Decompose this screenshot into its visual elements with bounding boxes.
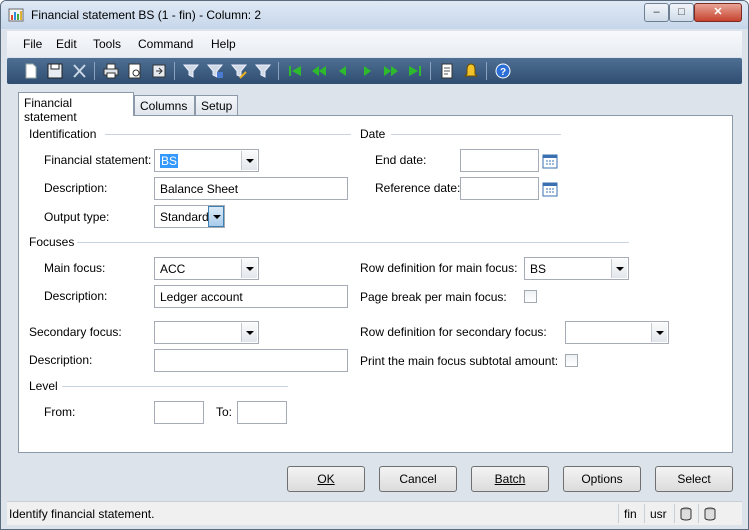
print-preview-icon[interactable] <box>126 62 144 80</box>
output-type-select[interactable]: Standard <box>154 205 225 228</box>
description-field[interactable]: Balance Sheet <box>154 177 348 200</box>
main-focus-value: ACC <box>160 262 186 276</box>
row-def-main-combo[interactable]: BS <box>524 257 629 280</box>
title-bar[interactable]: Financial statement BS (1 - fin) - Colum… <box>1 1 748 29</box>
description-label: Description: <box>44 181 108 195</box>
tab-columns[interactable]: Columns <box>134 95 195 116</box>
level-to-field[interactable] <box>237 401 287 424</box>
reference-date-label: Reference date: <box>375 181 461 195</box>
output-type-label: Output type: <box>44 210 110 224</box>
print-subtotal-label: Print the main focus subtotal amount: <box>360 354 559 368</box>
output-type-value: Standard <box>160 210 209 224</box>
status-bar: Identify financial statement. fin usr <box>7 501 742 525</box>
window-title: Financial statement BS (1 - fin) - Colum… <box>31 8 262 22</box>
financial-statement-label: Financial statement: <box>44 153 152 167</box>
app-icon <box>8 7 24 23</box>
chevron-down-icon[interactable] <box>241 259 257 278</box>
chevron-down-icon[interactable] <box>241 323 257 342</box>
menu-help[interactable]: Help <box>211 37 236 51</box>
tab-panel: Identification Financial statement: BS D… <box>18 115 733 453</box>
identification-heading: Identification <box>29 127 97 141</box>
batch-button[interactable]: Batch <box>471 466 549 492</box>
secondary-focus-combo[interactable] <box>154 321 259 344</box>
row-def-secondary-combo[interactable] <box>565 321 669 344</box>
chevron-down-icon[interactable] <box>651 323 667 342</box>
status-layer[interactable]: usr <box>644 504 672 523</box>
main-description-field[interactable]: Ledger account <box>154 285 348 308</box>
menu-bar: File Edit Tools Command Help <box>7 31 742 57</box>
alert-icon[interactable] <box>462 62 480 80</box>
export-icon[interactable] <box>150 62 168 80</box>
options-button[interactable]: Options <box>563 466 641 492</box>
secondary-description-label: Description: <box>29 353 93 367</box>
chevron-down-icon[interactable] <box>208 206 224 227</box>
last-record-icon[interactable] <box>406 62 424 80</box>
minimize-button[interactable]: – <box>644 3 669 22</box>
page-break-label: Page break per main focus: <box>360 290 507 304</box>
level-from-label: From: <box>44 405 76 419</box>
ok-button-label: OK <box>317 472 335 486</box>
next-record-icon[interactable] <box>358 62 376 80</box>
delete-icon[interactable] <box>70 62 88 80</box>
chevron-down-icon[interactable] <box>611 259 627 278</box>
row-def-secondary-label: Row definition for secondary focus: <box>360 325 547 339</box>
financial-statement-combo[interactable]: BS <box>154 149 259 172</box>
main-focus-label: Main focus: <box>44 261 106 275</box>
level-to-label: To: <box>216 405 233 419</box>
svg-text:?: ? <box>500 67 506 78</box>
end-date-label: End date: <box>375 153 427 167</box>
toolbar: ? <box>7 58 742 84</box>
filter-by-selection-icon[interactable] <box>206 62 224 80</box>
secondary-focus-label: Secondary focus: <box>29 325 122 339</box>
end-date-field[interactable] <box>460 149 539 172</box>
tab-setup[interactable]: Setup <box>195 95 238 116</box>
advanced-filter-icon[interactable] <box>230 62 248 80</box>
menu-edit[interactable]: Edit <box>56 37 77 51</box>
ok-button[interactable]: OK <box>287 466 365 492</box>
next-page-icon[interactable] <box>382 62 400 80</box>
print-icon[interactable] <box>102 62 120 80</box>
previous-record-icon[interactable] <box>334 62 352 80</box>
page-break-checkbox[interactable] <box>524 290 537 303</box>
previous-page-icon[interactable] <box>310 62 328 80</box>
help-icon[interactable]: ? <box>494 62 512 80</box>
menu-file[interactable]: File <box>23 37 42 51</box>
status-message: Identify financial statement. <box>9 507 155 521</box>
date-heading: Date <box>360 127 386 141</box>
row-def-main-label: Row definition for main focus: <box>360 261 518 275</box>
document-icon[interactable] <box>438 62 456 80</box>
reference-date-field[interactable] <box>460 177 539 200</box>
calendar-icon[interactable] <box>542 181 558 197</box>
new-icon[interactable] <box>22 62 40 80</box>
menu-tools[interactable]: Tools <box>93 37 121 51</box>
first-record-icon[interactable] <box>286 62 304 80</box>
financial-statement-value: BS <box>160 154 179 168</box>
main-description-label: Description: <box>44 289 108 303</box>
save-icon[interactable] <box>46 62 64 80</box>
secondary-description-field[interactable] <box>154 349 348 372</box>
close-button[interactable]: ✕ <box>694 3 742 22</box>
level-from-field[interactable] <box>154 401 204 424</box>
menu-command[interactable]: Command <box>138 37 193 51</box>
status-company[interactable]: fin <box>618 504 642 523</box>
select-button[interactable]: Select <box>655 466 733 492</box>
main-focus-combo[interactable]: ACC <box>154 257 259 280</box>
app-window: Financial statement BS (1 - fin) - Colum… <box>0 0 749 530</box>
print-subtotal-checkbox[interactable] <box>565 354 578 367</box>
chevron-down-icon[interactable] <box>241 151 257 170</box>
tab-financial-statement[interactable]: Financial statement <box>18 92 134 124</box>
cancel-button[interactable]: Cancel <box>379 466 457 492</box>
remove-filter-icon[interactable] <box>254 62 272 80</box>
batch-button-label: Batch <box>494 472 526 486</box>
maximize-button[interactable]: □ <box>669 3 694 22</box>
focuses-heading: Focuses <box>29 235 75 249</box>
row-def-main-value: BS <box>530 262 547 276</box>
database-icon[interactable] <box>674 504 698 523</box>
calendar-icon[interactable] <box>542 153 558 169</box>
server-icon[interactable] <box>698 504 724 523</box>
filter-icon[interactable] <box>182 62 200 80</box>
level-heading: Level <box>29 379 58 393</box>
